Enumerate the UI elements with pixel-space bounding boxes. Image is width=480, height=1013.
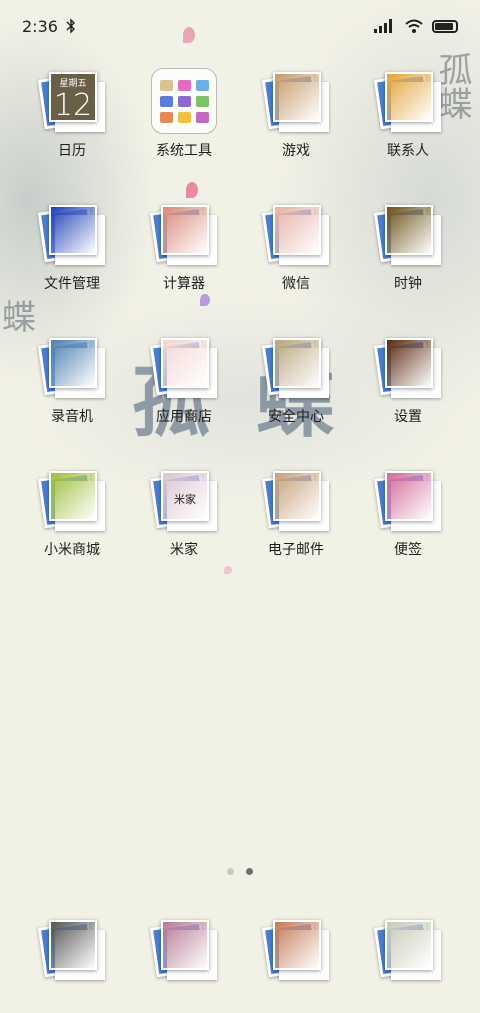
photo-frame-front: 星期五 12 [49,72,97,123]
phone-icon [37,916,105,980]
contacts-icon [373,68,441,134]
folder-app-thumbnail [177,79,191,91]
app-label: 日历 [58,143,86,159]
settings-icon [373,334,441,400]
photo-frame-front [385,471,433,521]
app-calendar[interactable]: 星期五 12 日历 [16,68,128,201]
photo-frame-front [385,72,433,122]
app-wechat[interactable]: 微信 [240,201,352,334]
mijia-icon: 米家 [149,467,217,533]
app-email[interactable]: 电子邮件 [240,467,352,600]
email-icon [261,467,329,533]
app-clock[interactable]: 时钟 [352,201,464,334]
app-label: 安全中心 [268,409,324,425]
bluetooth-icon [66,18,75,34]
status-bar: 2:36 [0,0,480,52]
signal-icon [374,19,392,33]
app-security[interactable]: 安全中心 [240,334,352,467]
folder-app-thumbnail [159,111,173,123]
app-label: 计算器 [163,276,205,292]
mi-store-icon [37,467,105,533]
photo-frame-front [385,920,433,970]
folder-app-thumbnail [195,79,209,91]
app-game[interactable]: 游戏 [240,68,352,201]
photo-frame-front [273,920,321,970]
photo-frame-front [161,338,209,388]
app-notes[interactable]: 便签 [352,467,464,600]
security-icon [261,334,329,400]
dock-camera[interactable] [352,916,464,986]
app-settings[interactable]: 设置 [352,334,464,467]
folder-app-thumbnail [177,111,191,123]
folder-app-thumbnail [195,95,209,107]
folder-icon [151,68,217,134]
dock-browser[interactable] [240,916,352,986]
dock-phone[interactable] [16,916,128,986]
folder-app-thumbnail [159,95,173,107]
app-contacts[interactable]: 联系人 [352,68,464,201]
dock-messages[interactable] [128,916,240,986]
photo-frame-front [273,72,321,122]
photo-frame-front [385,338,433,388]
photo-frame-front: 米家 [161,471,209,521]
folder-app-thumbnail [195,111,209,123]
calendar-icon: 星期五 12 [37,68,105,134]
page-dot[interactable] [246,868,253,875]
photo-frame-front [161,205,209,255]
app-label: 微信 [282,276,310,292]
file-manager-icon [37,201,105,267]
app-label: 系统工具 [156,143,212,159]
photo-frame-front [385,205,433,255]
app-app-store[interactable]: 应用商店 [128,334,240,467]
app-label: 联系人 [387,143,429,159]
status-time: 2:36 [22,16,58,36]
game-icon [261,68,329,134]
app-label: 电子邮件 [268,542,324,558]
app-label: 小米商城 [44,542,100,558]
app-file-manager[interactable]: 文件管理 [16,201,128,334]
clock-icon [373,201,441,267]
photo-frame-front [49,338,97,388]
app-label: 应用商店 [156,409,212,425]
photo-frame-front [49,471,97,521]
page-dot[interactable] [227,868,234,875]
folder-app-thumbnail [177,95,191,107]
dock [16,916,464,986]
app-label: 录音机 [51,409,93,425]
app-mijia[interactable]: 米家 米家 [128,467,240,600]
app-label: 时钟 [394,276,422,292]
app-label: 米家 [170,542,198,558]
photo-frame-front [273,471,321,521]
messages-icon [149,916,217,980]
camera-icon [373,916,441,980]
photo-frame-front [273,338,321,388]
battery-icon [432,19,458,33]
photo-frame-front [49,920,97,970]
browser-icon [261,916,329,980]
calendar-day: 12 [53,88,93,123]
folder-app-thumbnail [159,79,173,91]
recorder-icon [37,334,105,400]
app-label: 文件管理 [44,276,100,292]
photo-frame-front [273,205,321,255]
icon-overlay-text: 米家 [174,493,196,506]
app-grid: 星期五 12 日历 系统工具 游戏 联系人文件管理 计算器 微信 时钟录音机 应用商店 安全中心 设置… [16,68,464,600]
app-mi-store[interactable]: 小米商城 [16,467,128,600]
app-store-icon [149,334,217,400]
notes-icon [373,467,441,533]
app-folder[interactable]: 系统工具 [128,68,240,201]
app-recorder[interactable]: 录音机 [16,334,128,467]
wifi-icon [405,19,423,33]
wechat-icon [261,201,329,267]
page-indicator [0,868,480,875]
app-label: 游戏 [282,143,310,159]
app-label: 设置 [394,409,422,425]
app-label: 便签 [394,542,422,558]
photo-frame-front [161,920,209,970]
app-calculator[interactable]: 计算器 [128,201,240,334]
battery-level [435,22,453,30]
calculator-icon [149,201,217,267]
photo-frame-front [49,205,97,255]
